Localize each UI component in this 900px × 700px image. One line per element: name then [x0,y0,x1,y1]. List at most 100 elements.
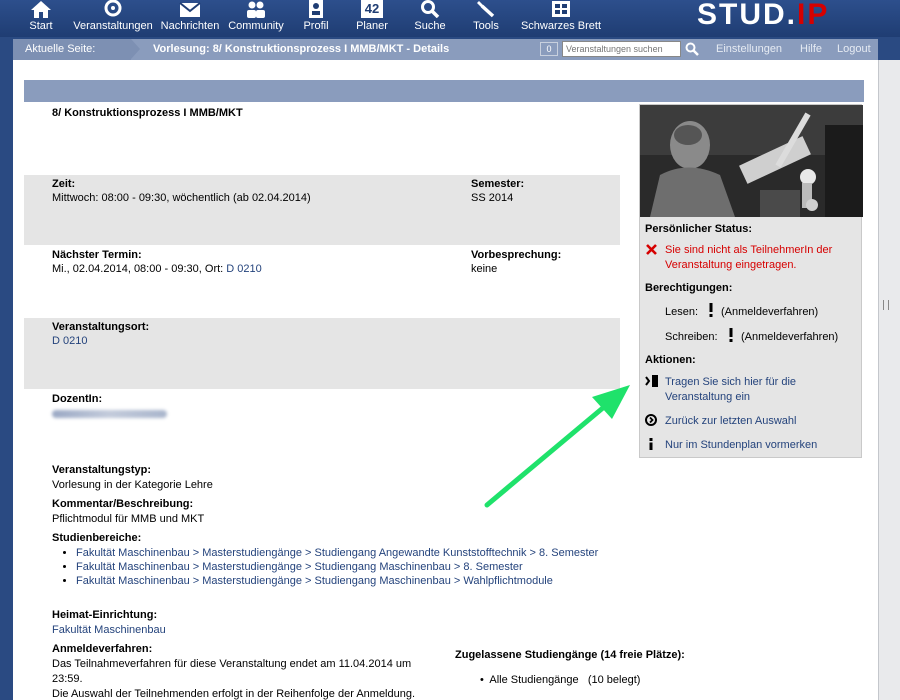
search-icon[interactable] [685,42,699,56]
nav-suche-label: Suche [414,20,446,32]
heimat-label: Heimat-Einrichtung: [52,609,158,621]
breadcrumb-arrow [131,39,140,59]
vorbesprechung-label: Vorbesprechung: [471,249,562,261]
studienbereiche-label: Studienbereiche: [52,532,142,544]
status-line-1: Sie sind nicht als TeilnehmerIn der [665,244,833,256]
nav-tools[interactable]: Tools [466,0,506,37]
exclamation-icon [709,303,713,317]
nav-suche[interactable]: Suche [410,0,450,37]
naechster-termin-label: Nächster Termin: [52,249,142,261]
profile-icon [309,0,323,18]
nav-tools-label: Tools [473,20,499,32]
typ-value: Vorlesung in der Kategorie Lehre [52,479,213,491]
dozent-row: DozentIn: [24,390,620,460]
course-photo [640,105,863,217]
nav-planer-label: Planer [356,20,388,32]
schreiben-note: (Anmeldeverfahren) [741,331,839,343]
back-to-selection-link[interactable]: Zurück zur letzten Auswahl [665,415,796,427]
wrench-icon [477,1,495,18]
nav-profil[interactable]: Profil [296,0,336,37]
search-icon [421,0,440,18]
logo-text: STUD. [697,0,797,31]
nav-community-label: Community [228,20,284,32]
schreiben-label: Schreiben: [665,331,718,343]
enroll-link-line-2[interactable]: Veranstaltung ein [665,391,750,403]
course-search-input[interactable] [562,41,681,57]
calendar-icon: 42 [361,0,383,18]
naechster-termin-value: Mi., 02.04.2014, 08:00 - 09:30, Ort: [52,263,224,275]
enter-door-icon [645,375,658,387]
heimat-link[interactable]: Fakultät Maschinenbau [52,624,166,636]
nav-nachrichten-label: Nachrichten [160,20,220,32]
settings-link[interactable]: Einstellungen [716,43,782,55]
zeit-label: Zeit: [52,178,76,190]
scrollbar[interactable] [878,60,900,700]
community-icon [247,1,265,18]
zugelassen-item: • Alle Studiengänge (10 belegt) [480,674,641,686]
logout-link[interactable]: Logout [837,43,871,55]
status-line-2: Veranstaltung eingetragen. [665,259,797,271]
veranstaltungsort-label: Veranstaltungsort: [52,321,150,333]
nav-start-label: Start [29,20,53,32]
studienbereich-link[interactable]: Fakultät Maschinenbau > Masterstudiengän… [76,574,598,588]
naechster-termin-row: Nächster Termin: Mi., 02.04.2014, 08:00 … [24,246,620,317]
zeit-value: Mittwoch: 08:00 - 09:30, wöchentlich (ab… [52,192,311,204]
anmelde-line-1: Das Teilnahmeverfahren für diese Veranst… [52,658,412,670]
semester-label: Semester: [471,178,525,190]
dozent-label: DozentIn: [52,393,103,405]
help-link[interactable]: Hilfe [800,43,822,55]
studienbereich-link[interactable]: Fakultät Maschinenbau > Masterstudiengän… [76,546,598,560]
timetable-mark-link[interactable]: Nur im Stundenplan vormerken [665,439,817,451]
veranstaltungsort-row: Veranstaltungsort: D 0210 [24,318,620,389]
nav-schwarzes-brett[interactable]: Schwarzes Brett [516,0,606,37]
zeit-row: Zeit: Mittwoch: 08:00 - 09:30, wöchentli… [24,175,620,245]
nav-veranstaltungen-label: Veranstaltungen [73,20,153,32]
lesen-note: (Anmeldeverfahren) [721,306,819,318]
top-navigation: Start Veranstaltungen Nachrichten Commun… [0,0,900,37]
nav-nachrichten[interactable]: Nachrichten [158,0,222,37]
course-count-badge: 0 [540,42,558,56]
semester-value: SS 2014 [471,192,514,204]
anmelde-line-2: 23:59. [52,673,83,685]
zugelassen-label: Zugelassene Studiengänge (14 freie Plätz… [455,649,685,661]
room-link[interactable]: D 0210 [226,263,261,275]
veranstaltungsort-link[interactable]: D 0210 [52,335,149,347]
studip-logo[interactable]: STUD.IP [697,0,829,30]
actions-heading: Aktionen: [645,354,696,366]
mail-icon [179,2,201,17]
logo-text-tail: IP [797,0,830,31]
studienbereiche-list: Fakultät Maschinenbau > Masterstudiengän… [62,546,598,588]
nav-schwarzes-brett-label: Schwarzes Brett [520,20,602,32]
nav-veranstaltungen[interactable]: Veranstaltungen [69,0,157,37]
vorbesprechung-value: keine [471,263,498,275]
course-title: 8/ Konstruktionsprozess I MMB/MKT [52,107,243,119]
exclamation-icon [729,328,733,342]
details-header-strip [24,80,864,102]
zugelassen-item-name: Alle Studiengänge [489,674,579,686]
breadcrumb-current-page: Vorlesung: 8/ Konstruktionsprozess I MMB… [153,43,450,55]
back-circle-icon [645,414,657,426]
nav-community[interactable]: Community [224,0,288,37]
status-heading: Persönlicher Status: [645,223,752,235]
lesen-label: Lesen: [665,306,699,318]
breadcrumb-label: Aktuelle Seite: [13,39,131,60]
error-x-icon [646,244,657,255]
courses-icon [104,0,122,17]
kommentar-label: Kommentar/Beschreibung: [52,498,194,510]
dozent-name-blurred[interactable] [52,410,167,418]
course-title-row: 8/ Konstruktionsprozess I MMB/MKT [24,104,620,174]
breadcrumb: Aktuelle Seite: Vorlesung: 8/ Konstrukti… [13,39,878,60]
permissions-heading: Berechtigungen: [645,282,733,294]
anmelde-label: Anmeldeverfahren: [52,643,153,655]
kommentar-value: Pflichtmodul für MMB und MKT [52,513,205,525]
nav-planer[interactable]: 42 Planer [352,0,392,37]
enroll-link-line-1[interactable]: Tragen Sie sich hier für die [665,376,796,388]
studienbereich-link[interactable]: Fakultät Maschinenbau > Masterstudiengän… [76,560,598,574]
anmelde-line-3: Die Auswahl der Teilnehmenden erfolgt in… [52,688,416,700]
info-icon [649,438,653,450]
nav-profil-label: Profil [303,20,329,32]
nav-start[interactable]: Start [24,0,58,37]
lab-photo-image [640,105,863,217]
scrollbar-grip[interactable] [883,300,889,310]
board-icon [552,1,570,17]
